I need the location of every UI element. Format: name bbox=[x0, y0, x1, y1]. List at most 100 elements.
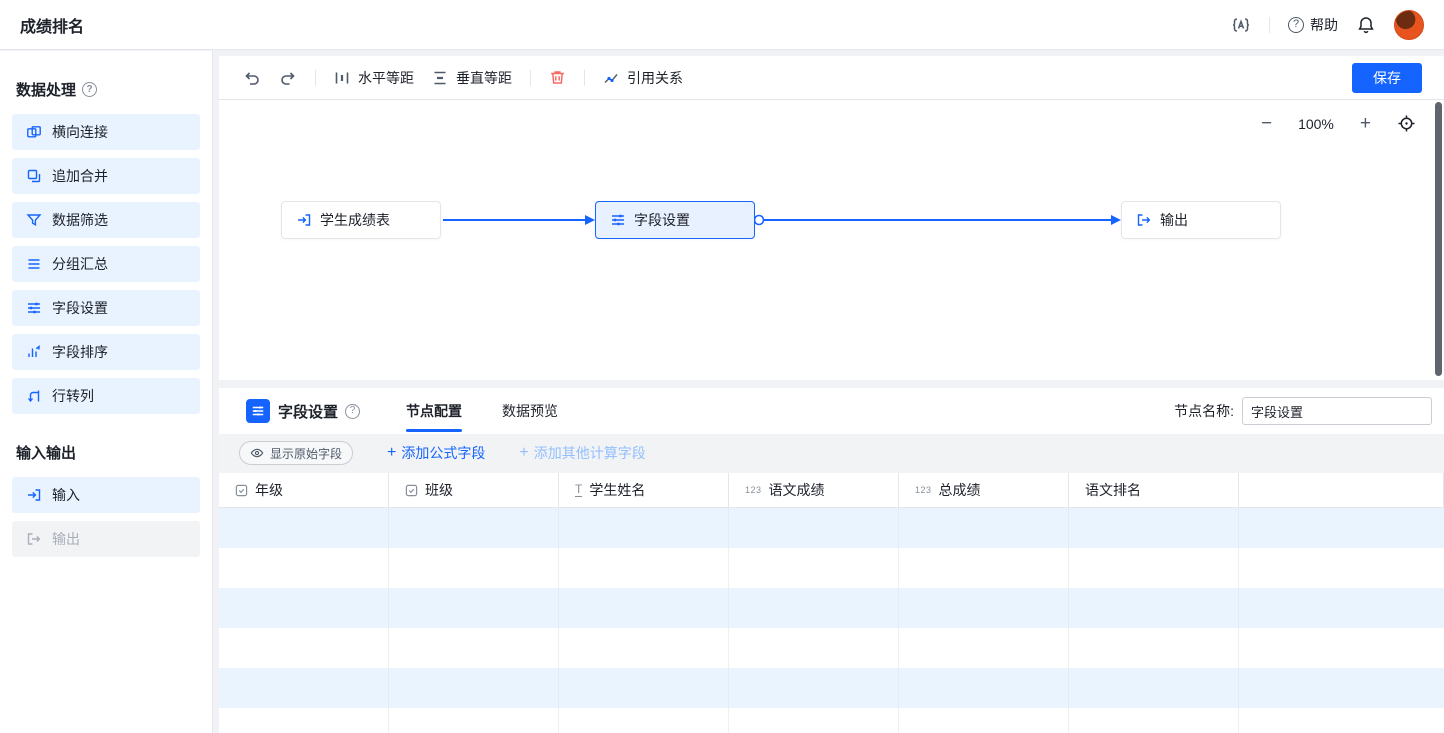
table-cell bbox=[219, 588, 389, 628]
table-cell bbox=[389, 708, 559, 733]
table-header-row: 年级 班级 学生姓名 语文成绩 总成绩 bbox=[219, 472, 1444, 508]
column-header-total-score[interactable]: 总成绩 bbox=[899, 473, 1069, 507]
node-name-input[interactable] bbox=[1242, 397, 1432, 425]
select-field-icon bbox=[405, 484, 418, 497]
add-other-label: 添加其他计算字段 bbox=[534, 443, 646, 463]
add-other-calc-field-button: + 添加其他计算字段 bbox=[519, 443, 645, 463]
question-icon: ? bbox=[1288, 17, 1304, 33]
flow-canvas[interactable]: 学生成绩表 字段设置 输出 − 100% + bbox=[219, 100, 1444, 380]
horizontal-distribute-button[interactable]: 水平等距 bbox=[334, 68, 414, 88]
node-label: 字段设置 bbox=[634, 210, 690, 230]
sidebar-item-data-filter[interactable]: 数据筛选 bbox=[12, 202, 200, 238]
notification-bell-icon[interactable] bbox=[1356, 15, 1376, 35]
sidebar-item-field-settings[interactable]: 字段设置 bbox=[12, 290, 200, 326]
save-button[interactable]: 保存 bbox=[1352, 63, 1422, 93]
node-student-score-table[interactable]: 学生成绩表 bbox=[281, 201, 441, 239]
column-header-class[interactable]: 班级 bbox=[389, 473, 559, 507]
sidebar-item-group-summary[interactable]: 分组汇总 bbox=[12, 246, 200, 282]
table-cell bbox=[1069, 628, 1239, 668]
eye-icon bbox=[250, 446, 264, 460]
topbar-actions: ? 帮助 bbox=[1231, 10, 1424, 40]
number-field-icon bbox=[745, 486, 762, 495]
item-label: 分组汇总 bbox=[52, 254, 108, 274]
column-header-chinese-score[interactable]: 语文成绩 bbox=[729, 473, 899, 507]
undo-icon[interactable] bbox=[243, 69, 261, 87]
tab-data-preview[interactable]: 数据预览 bbox=[502, 388, 558, 434]
column-label: 总成绩 bbox=[939, 480, 981, 500]
node-field-settings[interactable]: 字段设置 bbox=[595, 201, 755, 239]
column-header-grade[interactable]: 年级 bbox=[219, 473, 389, 507]
sidebar-item-field-sort[interactable]: 字段排序 bbox=[12, 334, 200, 370]
table-cell bbox=[729, 628, 899, 668]
table-cell bbox=[559, 548, 729, 588]
redo-icon[interactable] bbox=[279, 69, 297, 87]
table-row bbox=[219, 668, 1444, 708]
table-cell bbox=[219, 668, 389, 708]
section-help-icon[interactable]: ? bbox=[82, 82, 97, 97]
node-label: 学生成绩表 bbox=[320, 210, 390, 230]
table-row bbox=[219, 588, 1444, 628]
panel-header: 字段设置 ? 节点配置 数据预览 节点名称: bbox=[219, 388, 1444, 434]
table-cell bbox=[219, 708, 389, 733]
table-cell bbox=[1239, 508, 1444, 548]
zoom-in-button[interactable]: + bbox=[1360, 114, 1371, 133]
table-cell bbox=[729, 588, 899, 628]
sidebar-item-horizontal-join[interactable]: 横向连接 bbox=[12, 114, 200, 150]
table-cell bbox=[389, 508, 559, 548]
node-label: 输出 bbox=[1160, 210, 1188, 230]
vertical-distribute-button[interactable]: 垂直等距 bbox=[432, 68, 512, 88]
item-label: 字段设置 bbox=[52, 298, 108, 318]
table-cell bbox=[729, 508, 899, 548]
table-cell bbox=[559, 508, 729, 548]
reference-relation-icon bbox=[603, 70, 619, 86]
tab-node-config[interactable]: 节点配置 bbox=[406, 388, 462, 434]
delete-icon[interactable] bbox=[549, 69, 566, 86]
sidebar: 数据处理 ? 横向连接 追加合并 数据筛选 分组汇总 字段设置 字段排序 bbox=[0, 51, 213, 733]
filter-icon bbox=[26, 212, 42, 228]
sidebar-item-input[interactable]: 输入 bbox=[12, 477, 200, 513]
column-header-student-name[interactable]: 学生姓名 bbox=[559, 473, 729, 507]
sidebar-items: 横向连接 追加合并 数据筛选 分组汇总 字段设置 字段排序 行转列 bbox=[12, 114, 200, 414]
append-icon bbox=[26, 168, 42, 184]
canvas-toolbar: 水平等距 垂直等距 引用关系 保存 bbox=[219, 56, 1444, 100]
vertical-distribute-label: 垂直等距 bbox=[456, 68, 512, 88]
table-cell bbox=[1239, 668, 1444, 708]
item-label: 字段排序 bbox=[52, 342, 108, 362]
panel-help-icon[interactable]: ? bbox=[345, 404, 360, 419]
table-cell bbox=[899, 588, 1069, 628]
input-icon bbox=[26, 487, 42, 503]
sidebar-item-row-to-column[interactable]: 行转列 bbox=[12, 378, 200, 414]
column-header-empty bbox=[1239, 473, 1444, 507]
column-header-chinese-rank[interactable]: 语文排名 bbox=[1069, 473, 1239, 507]
panel-toolbar: 显示原始字段 + 添加公式字段 + 添加其他计算字段 bbox=[219, 434, 1444, 472]
language-icon[interactable] bbox=[1231, 15, 1251, 35]
show-original-fields-button[interactable]: 显示原始字段 bbox=[239, 441, 353, 465]
zoom-out-button[interactable]: − bbox=[1261, 114, 1272, 133]
divider bbox=[530, 70, 531, 86]
node-output[interactable]: 输出 bbox=[1121, 201, 1281, 239]
page-title: 成绩排名 bbox=[20, 13, 84, 37]
fit-view-icon[interactable] bbox=[1397, 114, 1416, 133]
table-cell bbox=[1239, 548, 1444, 588]
table-row bbox=[219, 508, 1444, 548]
table-cell bbox=[899, 548, 1069, 588]
vertical-distribute-icon bbox=[432, 70, 448, 86]
help-button[interactable]: ? 帮助 bbox=[1288, 15, 1338, 35]
table-cell bbox=[729, 708, 899, 733]
add-formula-field-button[interactable]: + 添加公式字段 bbox=[387, 443, 485, 463]
item-label: 输出 bbox=[52, 529, 80, 549]
sidebar-item-append-merge[interactable]: 追加合并 bbox=[12, 158, 200, 194]
table-cell bbox=[1069, 548, 1239, 588]
table-cell bbox=[219, 548, 389, 588]
avatar[interactable] bbox=[1394, 10, 1424, 40]
canvas-scrollbar[interactable] bbox=[1435, 102, 1442, 376]
table-cell bbox=[389, 588, 559, 628]
table-cell bbox=[1069, 588, 1239, 628]
sliders-icon bbox=[26, 300, 42, 316]
reference-relation-button[interactable]: 引用关系 bbox=[603, 68, 683, 88]
column-label: 年级 bbox=[255, 480, 283, 500]
main-area: 水平等距 垂直等距 引用关系 保存 学生成绩表 bbox=[219, 56, 1444, 733]
table-cell bbox=[1239, 708, 1444, 733]
table-row bbox=[219, 708, 1444, 733]
node-name-label: 节点名称: bbox=[1174, 401, 1234, 421]
